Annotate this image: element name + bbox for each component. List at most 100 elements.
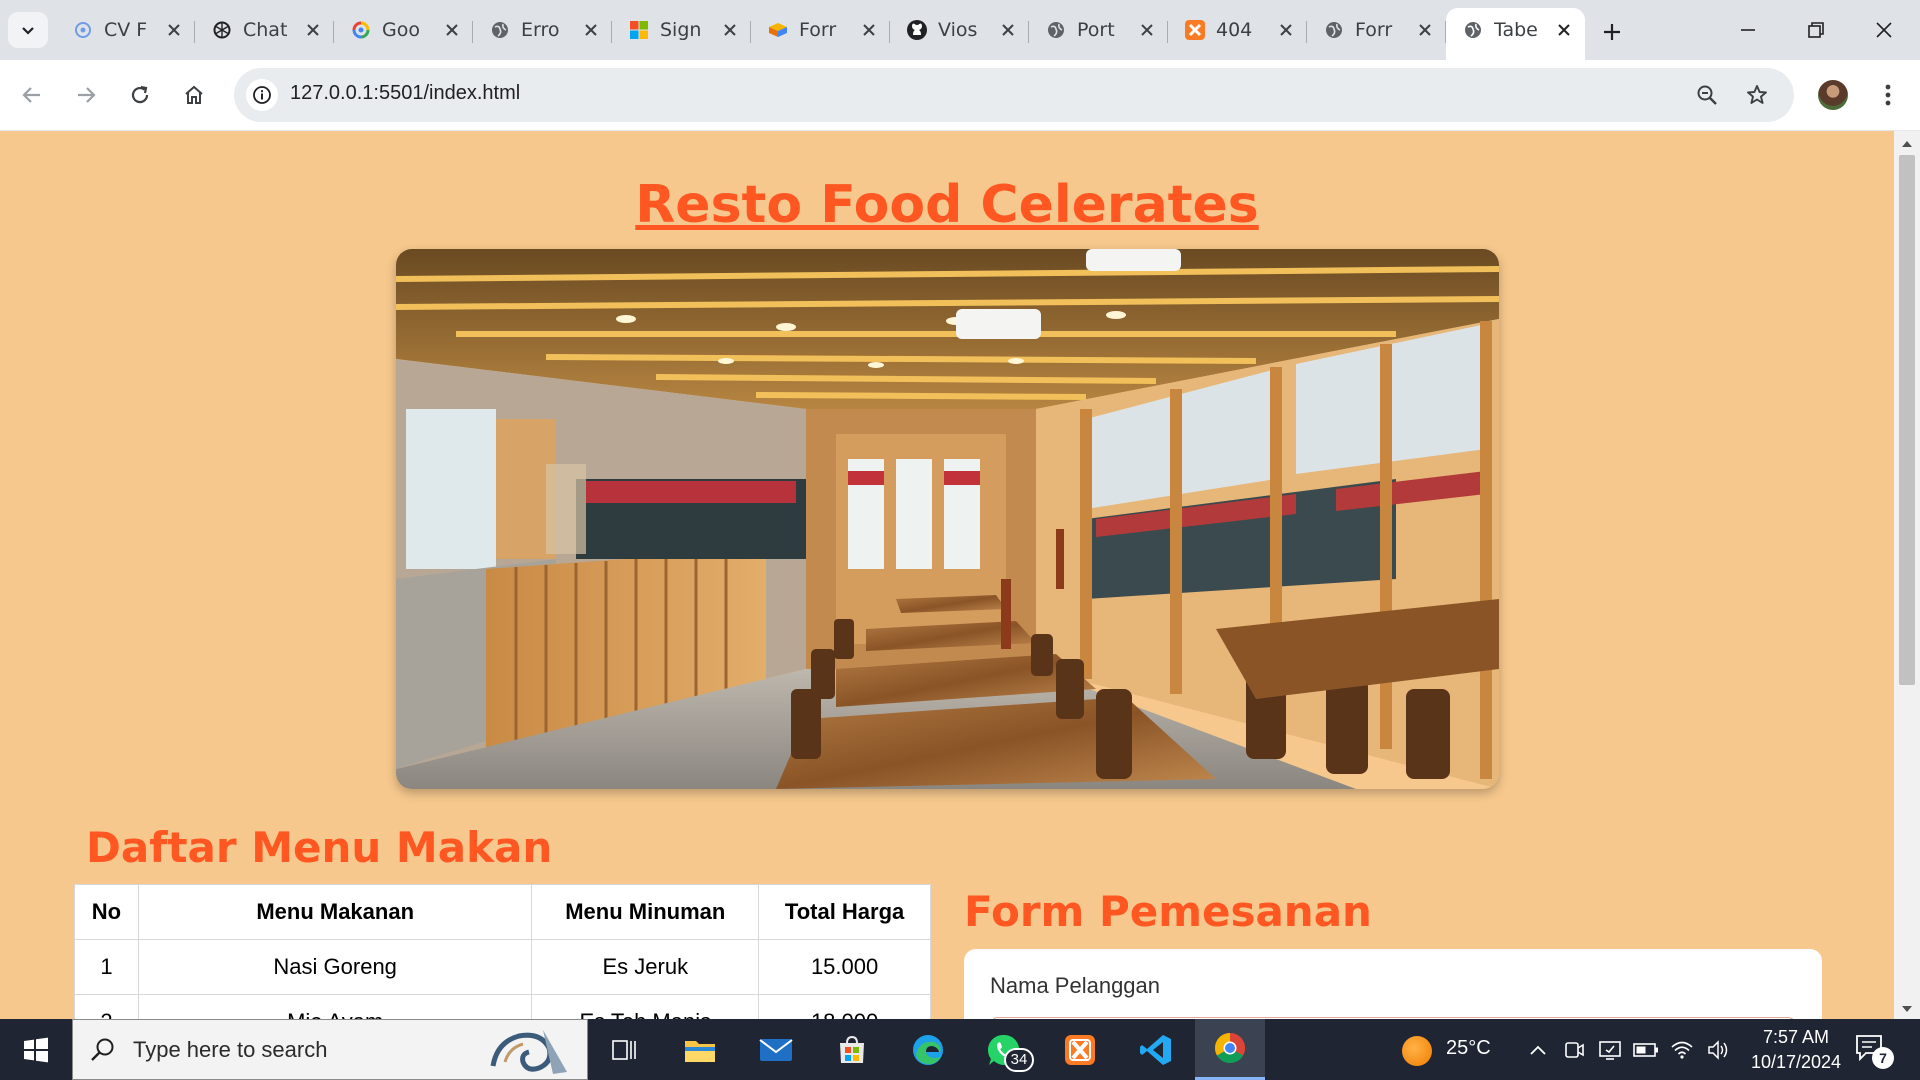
close-icon[interactable] (163, 19, 185, 41)
forward-button[interactable] (66, 75, 106, 115)
scroll-up-arrow-icon[interactable] (1900, 137, 1914, 151)
table-cell: 2 (74, 994, 139, 1019)
close-icon[interactable] (719, 19, 741, 41)
speaker-icon (1708, 1040, 1728, 1060)
taskbar-search-box[interactable]: Type here to search (72, 1019, 588, 1080)
xampp-icon (1065, 1034, 1095, 1065)
taskbar-mail[interactable] (746, 1019, 806, 1080)
arrow-left-icon (22, 87, 40, 103)
tab-active[interactable]: Tabe (1446, 8, 1585, 60)
star-icon (1747, 85, 1767, 104)
tab-chat[interactable]: Chat (195, 8, 334, 52)
tab-port[interactable]: Port (1029, 8, 1168, 52)
tab-form-2[interactable]: Forr (1307, 8, 1446, 52)
close-icon[interactable] (302, 19, 324, 41)
edge-icon (913, 1034, 943, 1065)
menu-table: No Menu Makanan Menu Minuman Total Harga… (74, 884, 931, 1019)
reload-button[interactable] (120, 75, 160, 115)
taskbar-edge[interactable] (898, 1019, 958, 1080)
battery-tray[interactable] (1632, 1036, 1660, 1064)
taskbar: Type here to search 34 25°C 7:57 AM 10/1… (0, 1019, 1920, 1080)
xampp-icon (1184, 19, 1206, 41)
minimize-button[interactable] (1720, 8, 1776, 52)
scrollbar-thumb[interactable] (1899, 155, 1915, 685)
display-tray[interactable] (1596, 1036, 1624, 1064)
tab-title: Forr (799, 19, 837, 41)
url-text[interactable]: 127.0.0.1:5501/index.html (290, 82, 520, 105)
close-icon[interactable] (858, 19, 880, 41)
close-icon (1876, 22, 1892, 38)
new-tab-button[interactable] (1594, 14, 1630, 50)
tab-google[interactable]: Goo (334, 8, 473, 52)
close-icon[interactable] (1275, 19, 1297, 41)
form-heading: Form Pemesanan (964, 887, 1372, 936)
taskbar-vscode[interactable] (1126, 1019, 1186, 1080)
chevron-down-icon (22, 27, 34, 35)
wifi-tray[interactable] (1668, 1036, 1696, 1064)
weather-sun-icon[interactable] (1402, 1036, 1432, 1066)
notification-count-badge: 7 (1872, 1047, 1894, 1069)
taskbar-clock[interactable]: 7:57 AM 10/17/2024 (1736, 1025, 1856, 1075)
restore-icon (1808, 22, 1824, 38)
globe-icon (489, 19, 511, 41)
scroll-down-arrow-icon[interactable] (1900, 1002, 1914, 1016)
close-icon[interactable] (1414, 19, 1436, 41)
vscode-icon (1140, 1034, 1171, 1065)
tab-title: 404 (1216, 19, 1253, 41)
arrow-right-icon (78, 87, 96, 103)
task-view-button[interactable] (594, 1019, 654, 1080)
table-cell: Mie Ayam (137, 994, 533, 1019)
zoom-out-icon (1697, 85, 1717, 105)
taskbar-chrome[interactable] (1195, 1019, 1265, 1080)
bookmark-button[interactable] (1742, 80, 1772, 110)
tab-sign[interactable]: Sign (612, 8, 751, 52)
table-cell: Es Teh Manis (531, 994, 760, 1019)
close-icon[interactable] (1553, 19, 1575, 41)
zoom-button[interactable] (1692, 80, 1722, 110)
column-header: No (74, 884, 139, 940)
browser-menu-button[interactable] (1870, 75, 1906, 115)
tab-title: Port (1077, 19, 1115, 41)
profile-avatar[interactable] (1818, 80, 1848, 110)
folder-icon (685, 1040, 715, 1062)
home-button[interactable] (174, 75, 214, 115)
tab-title: Chat (243, 19, 288, 41)
whatsapp-badge: 34 (1004, 1048, 1034, 1072)
close-icon[interactable] (1136, 19, 1158, 41)
tab-cv[interactable]: CV F (56, 8, 195, 52)
taskbar-file-explorer[interactable] (670, 1019, 730, 1080)
search-icon (91, 1038, 114, 1061)
back-button[interactable] (12, 75, 52, 115)
close-window-button[interactable] (1856, 8, 1912, 52)
restore-button[interactable] (1788, 8, 1844, 52)
address-bar[interactable]: 127.0.0.1:5501/index.html (234, 68, 1794, 122)
tab-404[interactable]: 404 (1168, 8, 1307, 52)
tab-github[interactable]: Vios (890, 8, 1029, 52)
battery-icon (1633, 1043, 1658, 1057)
tab-form-1[interactable]: Forr (751, 8, 890, 52)
taskbar-xampp[interactable] (1050, 1019, 1110, 1080)
taskbar-microsoft-store[interactable] (822, 1019, 882, 1080)
site-info-button[interactable] (246, 79, 278, 111)
weather-temperature[interactable]: 25°C (1446, 1037, 1491, 1060)
notification-center-button[interactable]: 7 (1854, 1033, 1894, 1069)
table-cell: Nasi Goreng (137, 939, 533, 995)
order-form: Nama Pelanggan (964, 949, 1822, 1019)
start-button[interactable] (0, 1019, 72, 1080)
more-vertical-icon (1885, 84, 1891, 106)
close-icon[interactable] (441, 19, 463, 41)
volume-tray[interactable] (1704, 1036, 1732, 1064)
store-icon (840, 1035, 864, 1063)
info-icon (253, 86, 271, 104)
tab-error[interactable]: Erro (473, 8, 612, 52)
monitor-icon (1599, 1041, 1621, 1060)
table-cell: 18.000 (758, 994, 931, 1019)
tab-search-button[interactable] (8, 12, 48, 48)
show-hidden-icons-button[interactable] (1524, 1036, 1552, 1064)
close-icon[interactable] (580, 19, 602, 41)
tab-title: Goo (382, 19, 420, 41)
vertical-scrollbar[interactable] (1894, 131, 1920, 1019)
close-icon[interactable] (997, 19, 1019, 41)
clock-date: 10/17/2024 (1750, 1052, 1842, 1072)
meet-now-tray[interactable] (1560, 1036, 1588, 1064)
